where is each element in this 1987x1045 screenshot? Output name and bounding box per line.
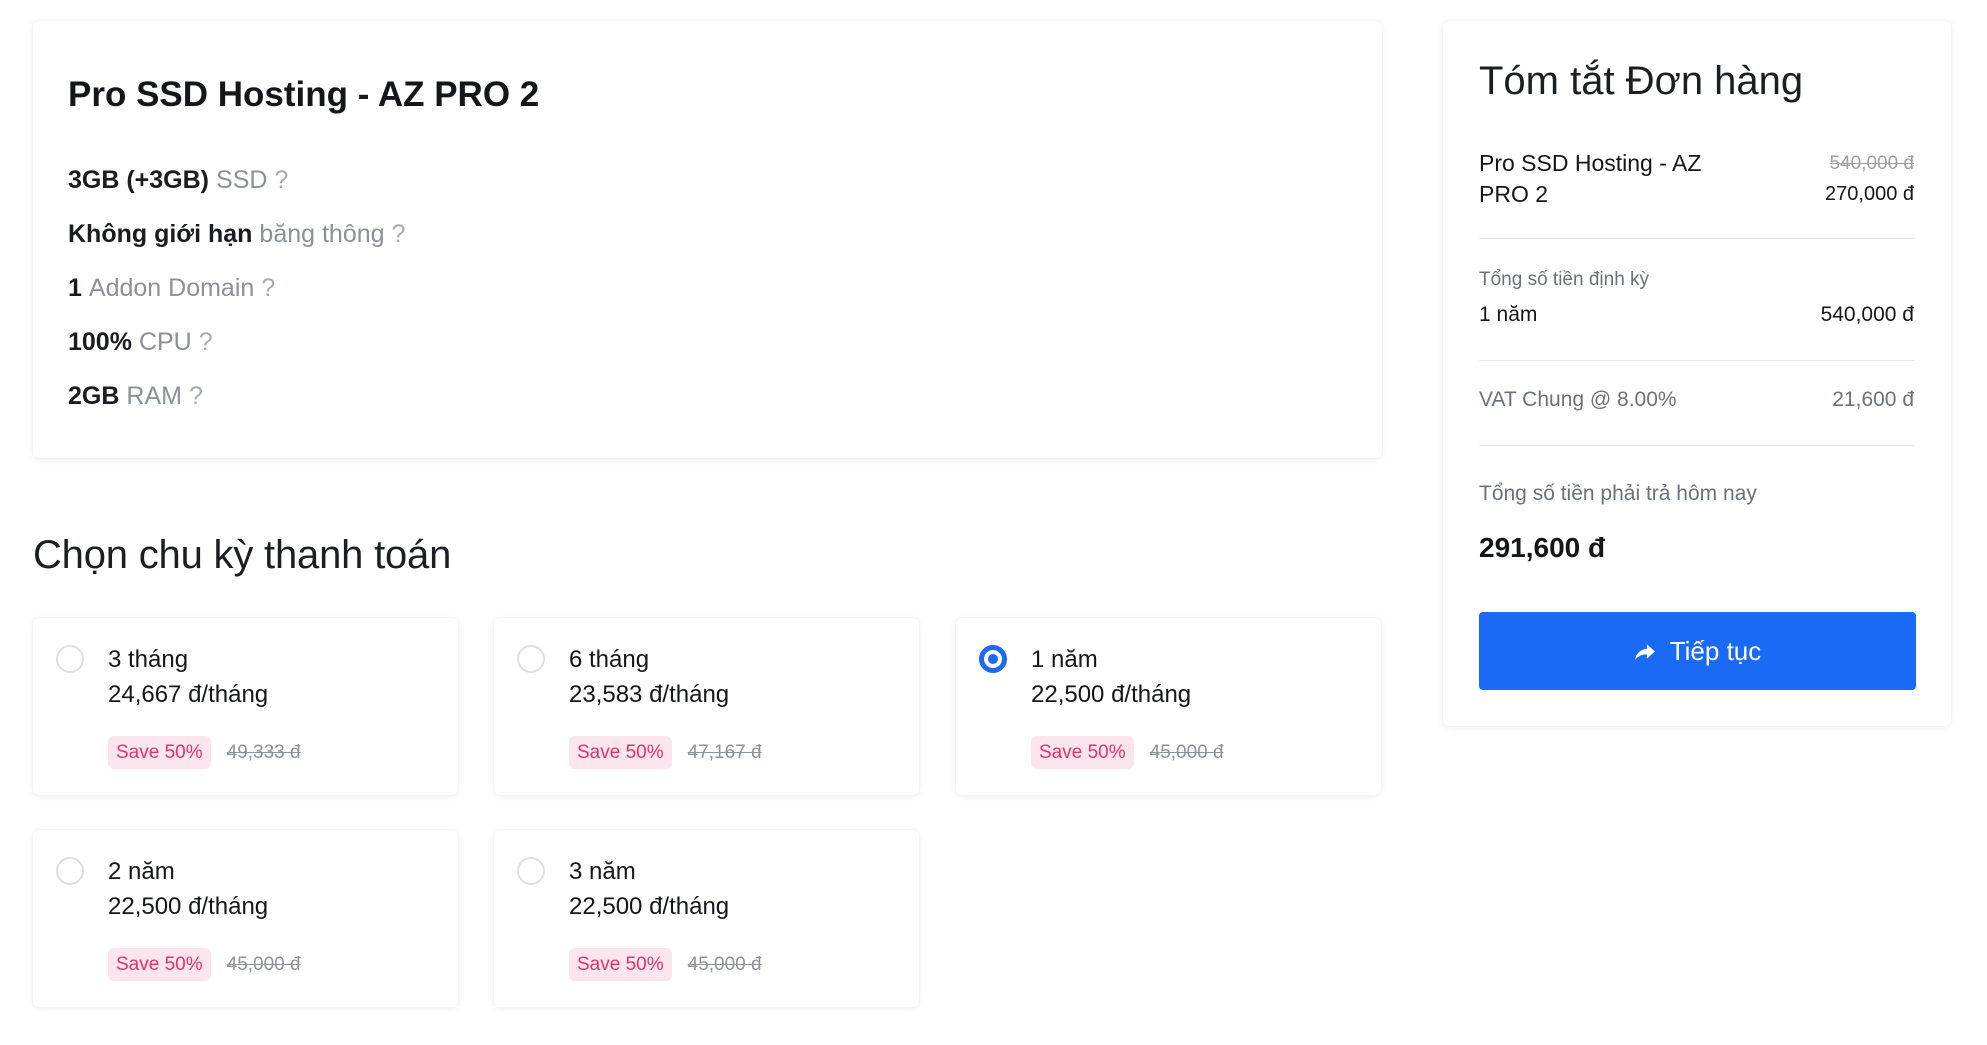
summary-item-price: 270,000 đ [1825,183,1914,205]
help-icon[interactable]: ? [189,382,203,410]
summary-item-original-price: 540,000 đ [1829,153,1914,174]
billing-option-1-year[interactable]: 1 năm 22,500 đ/tháng Save 50% 45,000 đ [956,618,1381,795]
billing-option-2-years[interactable]: 2 năm 22,500 đ/tháng Save 50% 45,000 đ [33,830,458,1007]
monthly-price: 22,500 đ/tháng [569,893,730,920]
product-card: Pro SSD Hosting - AZ PRO 2 3GB (+3GB) SSD… [33,21,1382,458]
billing-term: 6 tháng [569,646,650,673]
radio-button[interactable] [979,645,1007,673]
feature-value: 2GB [68,382,120,410]
due-today-label-text: Tổng số tiền phải trả hôm nay [1479,482,1757,505]
monthly-price: 22,500 đ/tháng [1031,681,1192,708]
divider [1479,238,1914,239]
feature-label: SSD [216,166,268,194]
original-price: 45,000 đ [226,953,301,975]
radio-button[interactable] [56,645,84,673]
due-today-amount: 291,600 đ [1479,532,1606,563]
original-price: 45,000 đ [687,953,762,975]
tax-amount: 21,600 đ [1832,388,1914,411]
due-today-label: Tổng số tiền phải trả hôm nay [1479,481,1914,507]
save-badge: Save 50% [569,948,672,981]
billing-option-3-years[interactable]: 3 năm 22,500 đ/tháng Save 50% 45,000 đ [494,830,919,1007]
summary-item-prices: 540,000 đ 270,000 đ [1825,148,1914,210]
save-badge: Save 50% [569,736,672,769]
feature-ram: 2GB RAM? [68,369,405,423]
radio-button[interactable] [517,645,545,673]
tax-row: VAT Chung @ 8.00% 21,600 đ [1479,387,1914,413]
feature-value: Không giới hạn [68,220,253,248]
billing-term: 2 năm [108,858,175,885]
help-icon[interactable]: ? [274,166,288,194]
feature-label: RAM [126,382,182,410]
summary-item-name: Pro SSD Hosting - AZ PRO 2 [1479,150,1702,207]
recurring-amount: 540,000 đ [1820,303,1914,326]
radio-button[interactable] [517,857,545,885]
product-title: Pro SSD Hosting - AZ PRO 2 [68,75,540,114]
help-icon[interactable]: ? [392,220,406,248]
savings-row: Save 50% 45,000 đ [569,948,762,981]
feature-label: CPU [138,328,192,356]
recurring-total-label: Tổng số tiền định kỳ [1479,268,1914,292]
billing-option-3-months[interactable]: 3 tháng 24,667 đ/tháng Save 50% 49,333 đ [33,618,458,795]
billing-option-6-months[interactable]: 6 tháng 23,583 đ/tháng Save 50% 47,167 đ [494,618,919,795]
billing-term: 1 năm [1031,646,1098,673]
arrow-forward-icon [1634,642,1656,661]
billing-cycle-heading: Chọn chu kỳ thanh toán [33,533,452,577]
original-price: 49,333 đ [226,741,301,763]
order-summary-heading: Tóm tắt Đơn hàng [1479,59,1804,103]
original-price: 45,000 đ [1149,741,1224,763]
tax-label: VAT Chung @ 8.00% [1479,388,1677,411]
continue-button[interactable]: Tiếp tục [1479,612,1916,690]
divider [1479,445,1914,446]
billing-term: 3 năm [569,858,636,885]
help-icon[interactable]: ? [199,328,213,356]
monthly-price: 23,583 đ/tháng [569,681,730,708]
feature-bandwidth: Không giới hạn băng thông? [68,207,405,261]
continue-button-label: Tiếp tục [1669,635,1762,666]
divider [1479,360,1914,361]
savings-row: Save 50% 49,333 đ [108,736,301,769]
radio-button[interactable] [56,857,84,885]
feature-label: Addon Domain [88,274,255,302]
billing-term: 3 tháng [108,646,189,673]
feature-storage: 3GB (+3GB) SSD? [68,153,405,207]
feature-cpu: 100% CPU? [68,315,405,369]
save-badge: Save 50% [108,736,211,769]
save-badge: Save 50% [1031,736,1134,769]
feature-list: 3GB (+3GB) SSD? Không giới hạn băng thông?… [68,153,405,423]
help-icon[interactable]: ? [261,274,275,302]
feature-value: 3GB (+3GB) [68,166,210,194]
original-price: 47,167 đ [687,741,762,763]
monthly-price: 24,667 đ/tháng [108,681,269,708]
feature-addon-domain: 1 Addon Domain? [68,261,405,315]
savings-row: Save 50% 45,000 đ [1031,736,1224,769]
feature-value: 100% [68,328,132,356]
savings-row: Save 50% 45,000 đ [108,948,301,981]
save-badge: Save 50% [108,948,211,981]
monthly-price: 22,500 đ/tháng [108,893,269,920]
order-summary-card: Tóm tắt Đơn hàng Pro SSD Hosting - AZ PR… [1443,21,1951,726]
recurring-term: 1 năm [1479,303,1538,326]
recurring-total-row: 1 năm 540,000 đ [1479,302,1914,328]
feature-value: 1 [68,274,82,302]
recurring-total-label-text: Tổng số tiền định kỳ [1479,269,1650,290]
savings-row: Save 50% 47,167 đ [569,736,762,769]
feature-label: băng thông [259,220,385,248]
